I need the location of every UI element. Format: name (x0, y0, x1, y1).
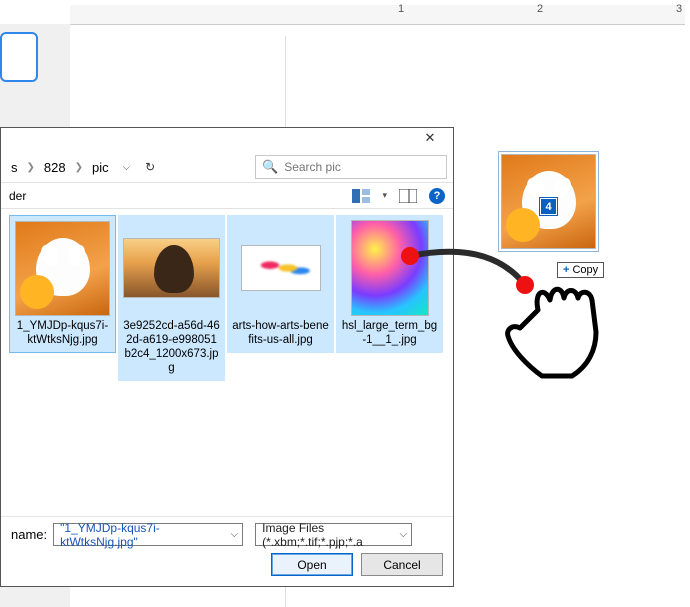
file-thumbnail (351, 220, 429, 316)
chevron-down-icon: ⌵ (231, 529, 239, 540)
file-thumbnail (241, 245, 321, 291)
ruler-tick: 1 (398, 3, 404, 15)
file-item[interactable]: arts-how-arts-benefits-us-all.jpg (227, 215, 334, 353)
file-name: arts-how-arts-benefits-us-all.jpg (230, 319, 331, 347)
cancel-button[interactable]: Cancel (361, 553, 443, 576)
file-grid: 1_YMJDp-kqus7i-ktWtksNjg.jpg 3e9252cd-a5… (1, 209, 453, 519)
search-input[interactable]: 🔍 (255, 155, 447, 179)
file-name: hsl_large_term_bg-1__1_.jpg (339, 319, 440, 347)
search-icon: 🔍 (262, 159, 278, 175)
copy-tooltip: + Copy (557, 262, 604, 278)
filetype-value: Image Files (*.xbm;*.tif;*.pjp;*.a (262, 521, 399, 549)
view-mode-dropdown[interactable]: ▾ (382, 190, 387, 201)
selected-object-outline (0, 32, 38, 82)
chevron-right-icon: ❯ (23, 162, 39, 173)
search-field[interactable] (284, 160, 440, 174)
copy-tooltip-label: Copy (572, 264, 598, 276)
breadcrumb-seg[interactable]: s (7, 158, 22, 177)
sidebar-fragment-label: der (9, 189, 26, 203)
breadcrumb[interactable]: s ❯ 828 ❯ pic (7, 158, 113, 177)
ruler-tick: 2 (537, 3, 543, 15)
view-mode-button[interactable] (350, 186, 372, 206)
file-thumbnail (15, 221, 110, 316)
chevron-down-icon: ⌵ (400, 529, 408, 540)
filename-value: "1_YMJDp-kqus7i-ktWtksNjg.jpg" (60, 521, 230, 549)
filename-combo[interactable]: "1_YMJDp-kqus7i-ktWtksNjg.jpg" ⌵ (53, 523, 243, 546)
chevron-right-icon: ❯ (71, 162, 87, 173)
close-button[interactable]: ✕ (411, 130, 449, 150)
ruler: 1 2 3 (70, 5, 685, 25)
preview-pane-button[interactable] (397, 186, 419, 206)
file-name: 3e9252cd-a56d-462d-a619-e998051b2c4_1200… (121, 319, 222, 375)
filename-label: name: (11, 527, 47, 542)
file-name: 1_YMJDp-kqus7i-ktWtksNjg.jpg (12, 319, 113, 347)
page-indicator-badge: 4 (540, 198, 557, 215)
file-item[interactable]: 1_YMJDp-kqus7i-ktWtksNjg.jpg (9, 215, 116, 353)
refresh-button[interactable]: ↻ (140, 160, 160, 174)
help-icon[interactable]: ? (429, 188, 445, 204)
breadcrumb-dropdown[interactable]: ⌵ (119, 162, 135, 173)
plus-icon: + (563, 264, 569, 276)
filetype-combo[interactable]: Image Files (*.xbm;*.tif;*.pjp;*.a ⌵ (255, 523, 412, 546)
file-open-dialog: ✕ s ❯ 828 ❯ pic ⌵ ↻ 🔍 der ▾ ? 1_YMJDp-kq (0, 127, 454, 587)
open-button[interactable]: Open (271, 553, 353, 576)
breadcrumb-seg[interactable]: 828 (40, 158, 70, 177)
ruler-tick: 3 (676, 3, 682, 15)
file-item[interactable]: hsl_large_term_bg-1__1_.jpg (336, 215, 443, 353)
file-item[interactable]: 3e9252cd-a56d-462d-a619-e998051b2c4_1200… (118, 215, 225, 381)
file-thumbnail (123, 238, 220, 298)
breadcrumb-seg[interactable]: pic (88, 158, 113, 177)
